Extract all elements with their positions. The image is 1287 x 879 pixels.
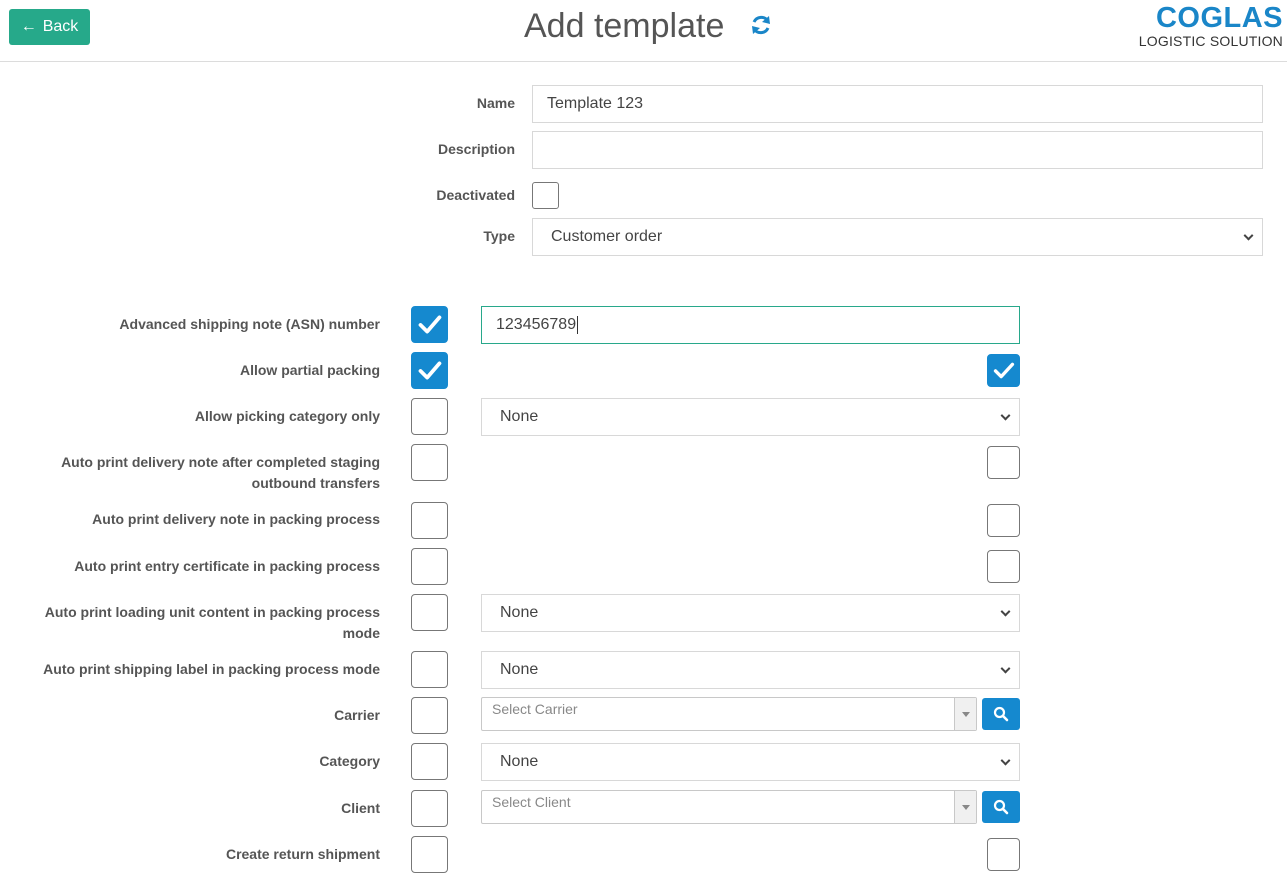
auto-shipping-label-value: None [500, 661, 539, 678]
client-search-button[interactable] [982, 791, 1020, 823]
caret-down-icon[interactable] [954, 791, 976, 823]
return-shipment-checkbox[interactable] [411, 836, 448, 873]
return-shipment-label: Create return shipment [225, 846, 380, 862]
category-value: None [500, 753, 539, 770]
type-label: Type [483, 228, 515, 244]
auto-loading-unit-select[interactable]: None [481, 594, 1020, 632]
logo-brand: COGLAS [1155, 2, 1283, 34]
description-field[interactable] [532, 131, 1263, 169]
asn-checkbox[interactable] [411, 306, 448, 343]
auto-delivery-packing-checkbox[interactable] [411, 502, 448, 539]
partial-packing-checkbox[interactable] [411, 352, 448, 389]
auto-loading-unit-label: Auto print loading unit content in packi… [20, 602, 380, 644]
picking-category-select[interactable]: None [481, 398, 1020, 436]
auto-shipping-label-select[interactable]: None [481, 651, 1020, 689]
back-label: Back [42, 18, 79, 35]
search-icon [993, 799, 1009, 815]
type-select-value: Customer order [551, 228, 663, 245]
chevron-down-icon [1000, 663, 1011, 674]
auto-delivery-staging-checkbox[interactable] [411, 444, 448, 481]
return-shipment-value-checkbox[interactable] [987, 838, 1020, 871]
carrier-checkbox[interactable] [411, 697, 448, 734]
check-icon [993, 362, 1015, 379]
auto-delivery-staging-label: Auto print delivery note after completed… [20, 452, 380, 494]
deactivated-label: Deactivated [436, 187, 515, 203]
logo: COGLAS LOGISTIC SOLUTION [1139, 2, 1283, 48]
category-checkbox[interactable] [411, 743, 448, 780]
auto-loading-unit-label-line2: mode [342, 625, 380, 641]
name-field[interactable]: Template 123 [532, 85, 1263, 123]
arrow-left-icon: ← [20, 18, 37, 35]
text-caret [577, 316, 579, 334]
name-label: Name [476, 95, 515, 111]
check-icon [418, 361, 442, 380]
chevron-down-icon [1000, 606, 1011, 617]
auto-loading-unit-value: None [500, 604, 539, 621]
category-select[interactable]: None [481, 743, 1020, 781]
auto-entry-certificate-checkbox[interactable] [411, 548, 448, 585]
auto-loading-unit-label-line1: Auto print loading unit content in packi… [44, 604, 380, 620]
auto-delivery-staging-value-checkbox[interactable] [987, 446, 1020, 479]
asn-label: Advanced shipping note (ASN) number [119, 316, 380, 332]
search-icon [993, 706, 1009, 722]
partial-packing-value-checkbox[interactable] [987, 354, 1020, 387]
header: ← Back Add template COGLAS LOGISTIC SOLU… [0, 0, 1287, 62]
back-button[interactable]: ← Back [9, 9, 90, 45]
carrier-combobox[interactable]: Select Carrier [481, 697, 977, 731]
partial-packing-label: Allow partial packing [239, 362, 380, 378]
carrier-placeholder: Select Carrier [492, 701, 578, 717]
asn-input-value: 123456789 [496, 316, 577, 333]
refresh-icon[interactable] [749, 13, 773, 37]
picking-category-value: None [500, 408, 539, 425]
caret-down-icon[interactable] [954, 698, 976, 730]
auto-shipping-label-checkbox[interactable] [411, 651, 448, 688]
chevron-down-icon [1000, 755, 1011, 766]
deactivated-checkbox[interactable] [532, 182, 559, 209]
auto-entry-certificate-value-checkbox[interactable] [987, 550, 1020, 583]
picking-category-label: Allow picking category only [194, 408, 380, 424]
auto-entry-certificate-label: Auto print entry certificate in packing … [74, 558, 380, 574]
type-select[interactable]: Customer order [532, 218, 1263, 256]
picking-category-checkbox[interactable] [411, 398, 448, 435]
client-combobox[interactable]: Select Client [481, 790, 977, 824]
check-icon [418, 315, 442, 334]
description-label: Description [437, 141, 515, 157]
carrier-label: Carrier [334, 707, 380, 723]
carrier-search-button[interactable] [982, 698, 1020, 730]
chevron-down-icon [1000, 410, 1011, 421]
category-label: Category [319, 753, 380, 769]
client-placeholder: Select Client [492, 794, 571, 810]
chevron-down-icon [1243, 230, 1254, 241]
asn-input[interactable]: 123456789 [481, 306, 1020, 344]
logo-subtitle: LOGISTIC SOLUTION [1138, 33, 1283, 49]
auto-shipping-label-label: Auto print shipping label in packing pro… [43, 661, 380, 677]
auto-delivery-packing-label: Auto print delivery note in packing proc… [92, 511, 380, 527]
auto-delivery-packing-value-checkbox[interactable] [987, 504, 1020, 537]
auto-delivery-staging-label-line2: outbound transfers [251, 475, 380, 491]
client-label: Client [341, 800, 380, 816]
page-title: Add template [524, 7, 725, 45]
auto-loading-unit-checkbox[interactable] [411, 594, 448, 631]
client-checkbox[interactable] [411, 790, 448, 827]
auto-delivery-staging-label-line1: Auto print delivery note after completed… [61, 454, 380, 470]
